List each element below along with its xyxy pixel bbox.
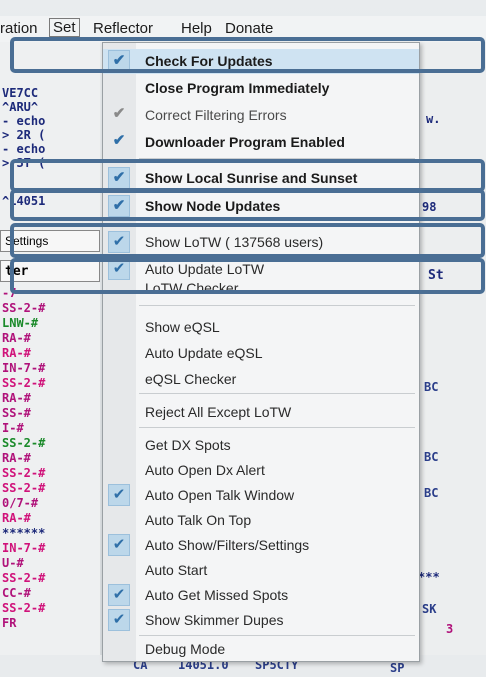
list-item: FR <box>2 616 17 630</box>
menu-item-auto-update-eqsl[interactable]: Auto Update eQSL <box>103 341 419 366</box>
spot-spotter: SP <box>390 661 405 675</box>
list-item: SS-2-# <box>2 601 46 615</box>
menu-item-auto-open-talk-window[interactable]: ✔ Auto Open Talk Window <box>103 483 419 508</box>
list-item: SS-2-# <box>2 481 46 495</box>
list-item: RA-# <box>2 346 31 360</box>
checkmark-icon: ✔ <box>112 105 126 122</box>
list-item: SS-2-# <box>2 436 46 450</box>
list-item: BC <box>424 450 439 464</box>
list-item: IN-7-# <box>2 361 46 375</box>
annotation-box-node-updates <box>10 189 485 221</box>
menu-item-reject-all-except-lotw[interactable]: Reject All Except LoTW <box>103 400 419 425</box>
list-item: U-# <box>2 556 24 570</box>
checkmark-icon: ✔ <box>108 584 130 606</box>
menu-item-close-program[interactable]: Close Program Immediately <box>103 76 419 101</box>
list-item: RA-# <box>2 331 31 345</box>
set-dropdown-menu: ✔ Check For Updates Close Program Immedi… <box>102 42 420 662</box>
list-item: BC <box>424 486 439 500</box>
list-item: SS-2-# <box>2 376 46 390</box>
menu-item-downloader-enabled[interactable]: ✔ Downloader Program Enabled <box>103 130 419 155</box>
list-item: w. <box>426 112 441 126</box>
list-item: SS-2-# <box>2 571 46 585</box>
menu-item-auto-start[interactable]: Auto Start <box>103 558 419 583</box>
list-item: RA-# <box>2 391 31 405</box>
list-item: 0/7-# <box>2 496 39 510</box>
menu-donate[interactable]: Donate <box>225 20 273 37</box>
checkmark-icon: ✔ <box>108 484 130 506</box>
list-item: VE7CC <box>2 86 39 100</box>
annotation-box-check-for-updates <box>10 37 485 73</box>
menu-separator <box>139 393 415 394</box>
checkmark-icon: ✔ <box>112 132 126 149</box>
menu-item-auto-open-dx-alert[interactable]: Auto Open Dx Alert <box>103 458 419 483</box>
annotation-box-sunrise-sunset <box>10 159 485 192</box>
menu-item-auto-get-missed-spots[interactable]: ✔ Auto Get Missed Spots <box>103 583 419 608</box>
menu-operation[interactable]: ration <box>0 20 38 37</box>
menu-item-eqsl-checker[interactable]: eQSL Checker <box>103 367 419 392</box>
list-item: RA-# <box>2 451 31 465</box>
list-item: SS-2-# <box>2 301 46 315</box>
list-item: SS-# <box>2 406 31 420</box>
list-item: LNW-# <box>2 316 39 330</box>
menu-item-auto-talk-on-top[interactable]: Auto Talk On Top <box>103 508 419 533</box>
menu-separator <box>139 305 415 306</box>
menu-set[interactable]: Set <box>49 18 80 37</box>
list-item: CC-# <box>2 586 31 600</box>
list-item: RA-# <box>2 511 31 525</box>
list-item: - echo <box>2 114 46 128</box>
list-item: IN-7-# <box>2 541 46 555</box>
list-item: 3 <box>446 622 454 636</box>
annotation-box-auto-update-lotw <box>10 258 485 294</box>
menu-item-show-skimmer-dupes[interactable]: ✔ Show Skimmer Dupes <box>103 608 419 633</box>
list-item: ^ARU^ <box>2 100 39 114</box>
list-item: BC <box>424 380 439 394</box>
menu-item-correct-filtering[interactable]: ✔ Correct Filtering Errors <box>103 103 419 128</box>
menu-reflector[interactable]: Reflector <box>93 20 153 37</box>
list-item: SS-2-# <box>2 466 46 480</box>
checkmark-icon: ✔ <box>108 609 130 631</box>
menu-item-debug-mode[interactable]: Debug Mode <box>103 637 419 662</box>
right-spot-panel: w. 98 St BC BC BC *** SK 3 <box>416 42 486 677</box>
menu-item-get-dx-spots[interactable]: Get DX Spots <box>103 433 419 458</box>
list-item: I-# <box>2 421 24 435</box>
menu-item-auto-show-filters-settings[interactable]: ✔ Auto Show/Filters/Settings <box>103 533 419 558</box>
menu-item-show-eqsl[interactable]: Show eQSL <box>103 315 419 340</box>
list-item: SK <box>422 602 437 616</box>
checkmark-icon: ✔ <box>108 534 130 556</box>
list-item: *** <box>418 570 440 584</box>
left-spot-panel: VE7CC ^ARU^ - echo > 2R ( - echo > 3T ( … <box>0 42 100 677</box>
list-item: - echo <box>2 142 46 156</box>
list-item: > 2R ( <box>2 128 46 142</box>
annotation-box-show-lotw <box>10 223 485 258</box>
menu-separator <box>139 635 415 636</box>
menu-separator <box>139 427 415 428</box>
list-item: ****** <box>2 526 46 540</box>
menu-help[interactable]: Help <box>181 20 212 37</box>
